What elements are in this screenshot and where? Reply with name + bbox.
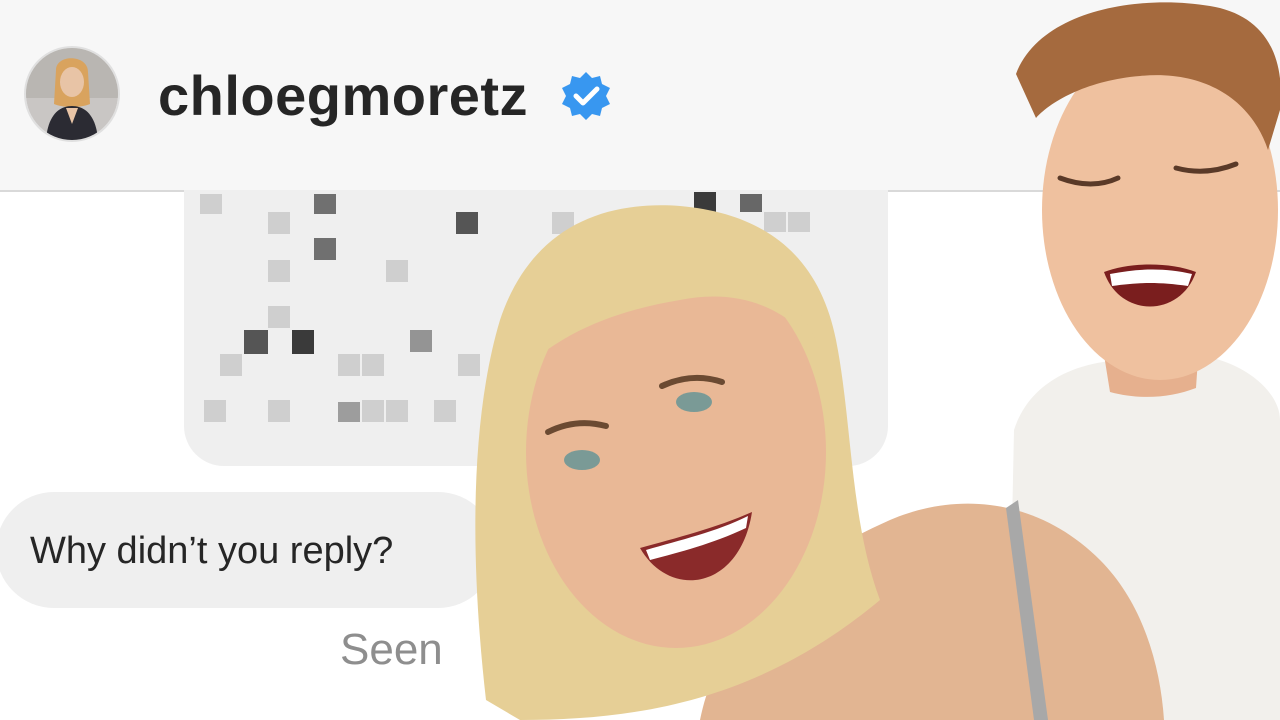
reaction-overlay-photo: [475, 2, 1280, 720]
